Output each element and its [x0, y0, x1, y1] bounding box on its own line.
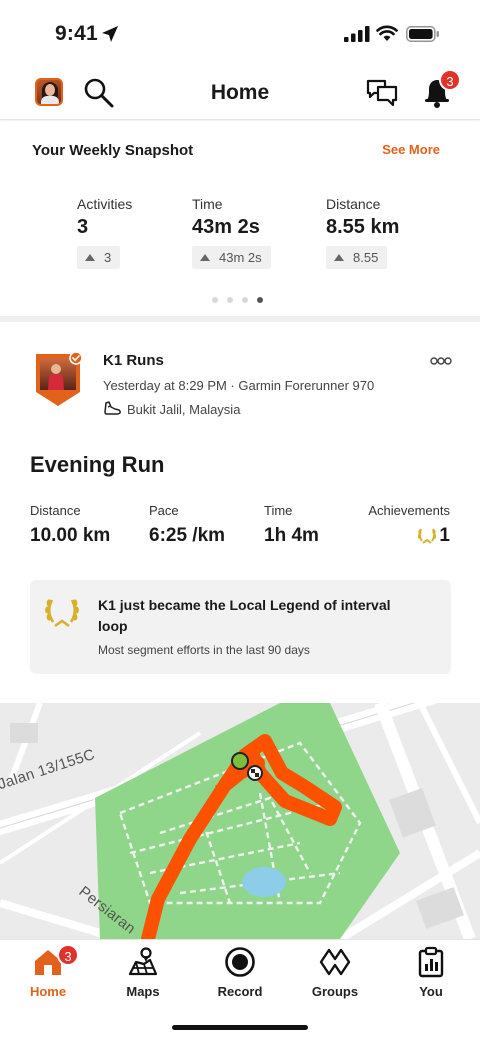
- stat-change: 3: [104, 250, 112, 265]
- metric-achievements: Achievements 1: [368, 503, 450, 547]
- you-icon: [418, 946, 444, 978]
- legend-title: K1 just became the Local Legend of inter…: [98, 597, 391, 634]
- activity-meta: Yesterday at 8:29 PM · Garmin Forerunner…: [103, 378, 375, 393]
- local-legend-banner[interactable]: K1 just became the Local Legend of inter…: [30, 580, 451, 674]
- snapshot-title: Your Weekly Snapshot: [32, 142, 194, 159]
- legend-subtitle: Most segment efforts in the last 90 days: [98, 643, 310, 657]
- tab-maps[interactable]: Maps: [103, 946, 183, 999]
- stat-label: Time: [192, 196, 223, 212]
- page-dot[interactable]: [212, 297, 218, 303]
- route-map[interactable]: Jalan 13/155C Persiaran: [0, 703, 480, 939]
- metric-label: Pace: [149, 503, 179, 518]
- activity-location: Bukit Jalil, Malaysia: [127, 401, 241, 417]
- page-title: Home: [210, 81, 270, 104]
- metric-distance: Distance 10.00 km: [30, 503, 110, 547]
- metric-label: Achievements: [368, 503, 450, 518]
- tab-label: Maps: [126, 984, 160, 999]
- page-dot[interactable]: [242, 297, 248, 303]
- stat-distance: Distance 8.55 km 8.55: [326, 196, 399, 269]
- map-canvas: [0, 703, 480, 939]
- stat-change-pill: 3: [77, 246, 121, 269]
- up-triangle-icon: [334, 254, 344, 261]
- activity-title[interactable]: Evening Run: [30, 452, 164, 478]
- location-row: Bukit Jalil, Malaysia: [103, 401, 240, 417]
- stat-activities: Activities 3 3: [77, 196, 132, 269]
- home-badge: 3: [57, 944, 79, 966]
- achievements-count: 1: [439, 525, 450, 546]
- status-time: 9:41: [55, 22, 98, 45]
- maps-icon: [128, 947, 158, 976]
- page-indicator[interactable]: [212, 297, 263, 303]
- groups-icon: [319, 948, 351, 976]
- achievements-value: 1: [368, 525, 450, 547]
- page-dot-active[interactable]: [257, 297, 263, 303]
- chat-icon[interactable]: [365, 76, 399, 110]
- tab-label: You: [419, 984, 443, 999]
- shoe-icon: [104, 401, 121, 415]
- record-icon: [225, 947, 255, 977]
- more-options-icon[interactable]: [430, 356, 452, 366]
- stat-change: 8.55: [353, 250, 379, 265]
- stat-label: Distance: [326, 196, 381, 212]
- see-more-link[interactable]: See More: [382, 142, 440, 157]
- stat-change: 43m 2s: [219, 250, 262, 265]
- section-divider: [0, 316, 480, 322]
- metric-value: 1h 4m: [264, 525, 319, 546]
- tab-label: Home: [29, 984, 67, 999]
- metric-pace: Pace 6:25 /km: [149, 503, 225, 547]
- stat-change-pill: 8.55: [326, 246, 388, 269]
- location-arrow-icon: [102, 26, 118, 42]
- status-bar: 9:41: [0, 0, 480, 66]
- stat-label: Activities: [77, 196, 133, 212]
- cellular-signal-icon: [344, 26, 370, 42]
- metric-value: 6:25 /km: [149, 525, 226, 546]
- metric-label: Time: [264, 503, 293, 518]
- tab-groups[interactable]: Groups: [295, 946, 375, 999]
- metric-label: Distance: [30, 503, 81, 518]
- tab-label: Groups: [311, 984, 359, 999]
- up-triangle-icon: [200, 254, 210, 261]
- stat-value: 3: [77, 216, 89, 238]
- weekly-snapshot: Your Weekly Snapshot See More Activities…: [0, 121, 480, 316]
- tab-record[interactable]: Record: [200, 946, 280, 999]
- home-indicator: [172, 1025, 308, 1030]
- top-header: Home: [0, 66, 480, 120]
- athlete-name[interactable]: K1 Runs: [103, 352, 164, 369]
- local-legend-laurel-icon: [45, 599, 79, 628]
- wifi-icon: [376, 25, 398, 41]
- up-triangle-icon: [85, 254, 95, 261]
- page-dot[interactable]: [227, 297, 233, 303]
- battery-icon: [406, 26, 439, 42]
- stat-value: 43m 2s: [192, 216, 260, 238]
- stat-value: 8.55 km: [326, 216, 400, 238]
- notification-badge: 3: [439, 69, 461, 91]
- metric-value: 10.00 km: [30, 525, 111, 546]
- tab-label: Record: [217, 984, 263, 999]
- stat-change-pill: 43m 2s: [192, 246, 271, 269]
- metric-time: Time 1h 4m: [264, 503, 319, 547]
- stat-time: Time 43m 2s 43m 2s: [192, 196, 271, 269]
- laurel-icon: [418, 528, 437, 544]
- athlete-badge-icon[interactable]: [34, 352, 82, 408]
- tab-you[interactable]: You: [391, 946, 471, 999]
